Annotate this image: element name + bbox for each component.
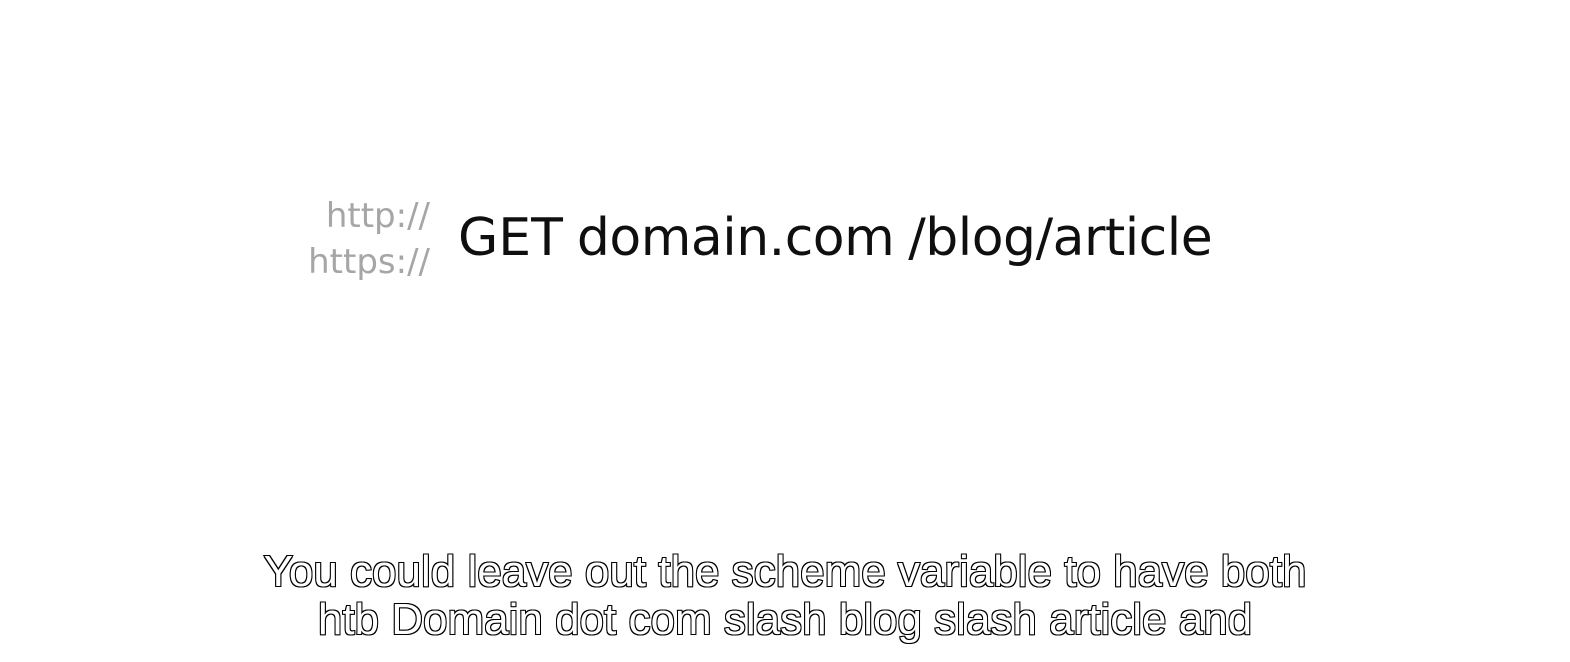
scheme-http: http:// <box>325 196 430 236</box>
scheme-options: http:// https:// <box>308 193 430 285</box>
subtitle-line-1: You could leave out the scheme variable … <box>263 547 1308 597</box>
subtitle-captions: You could leave out the scheme variable … <box>0 547 1570 645</box>
scheme-https: https:// <box>308 242 430 282</box>
http-method: GET <box>458 208 563 268</box>
url-path: /blog/article <box>908 208 1213 268</box>
subtitle-line-2: htb Domain dot com slash blog slash arti… <box>317 595 1253 645</box>
url-domain: domain.com <box>576 208 895 268</box>
request-url-line: GET domain.com/blog/article <box>458 206 1213 270</box>
